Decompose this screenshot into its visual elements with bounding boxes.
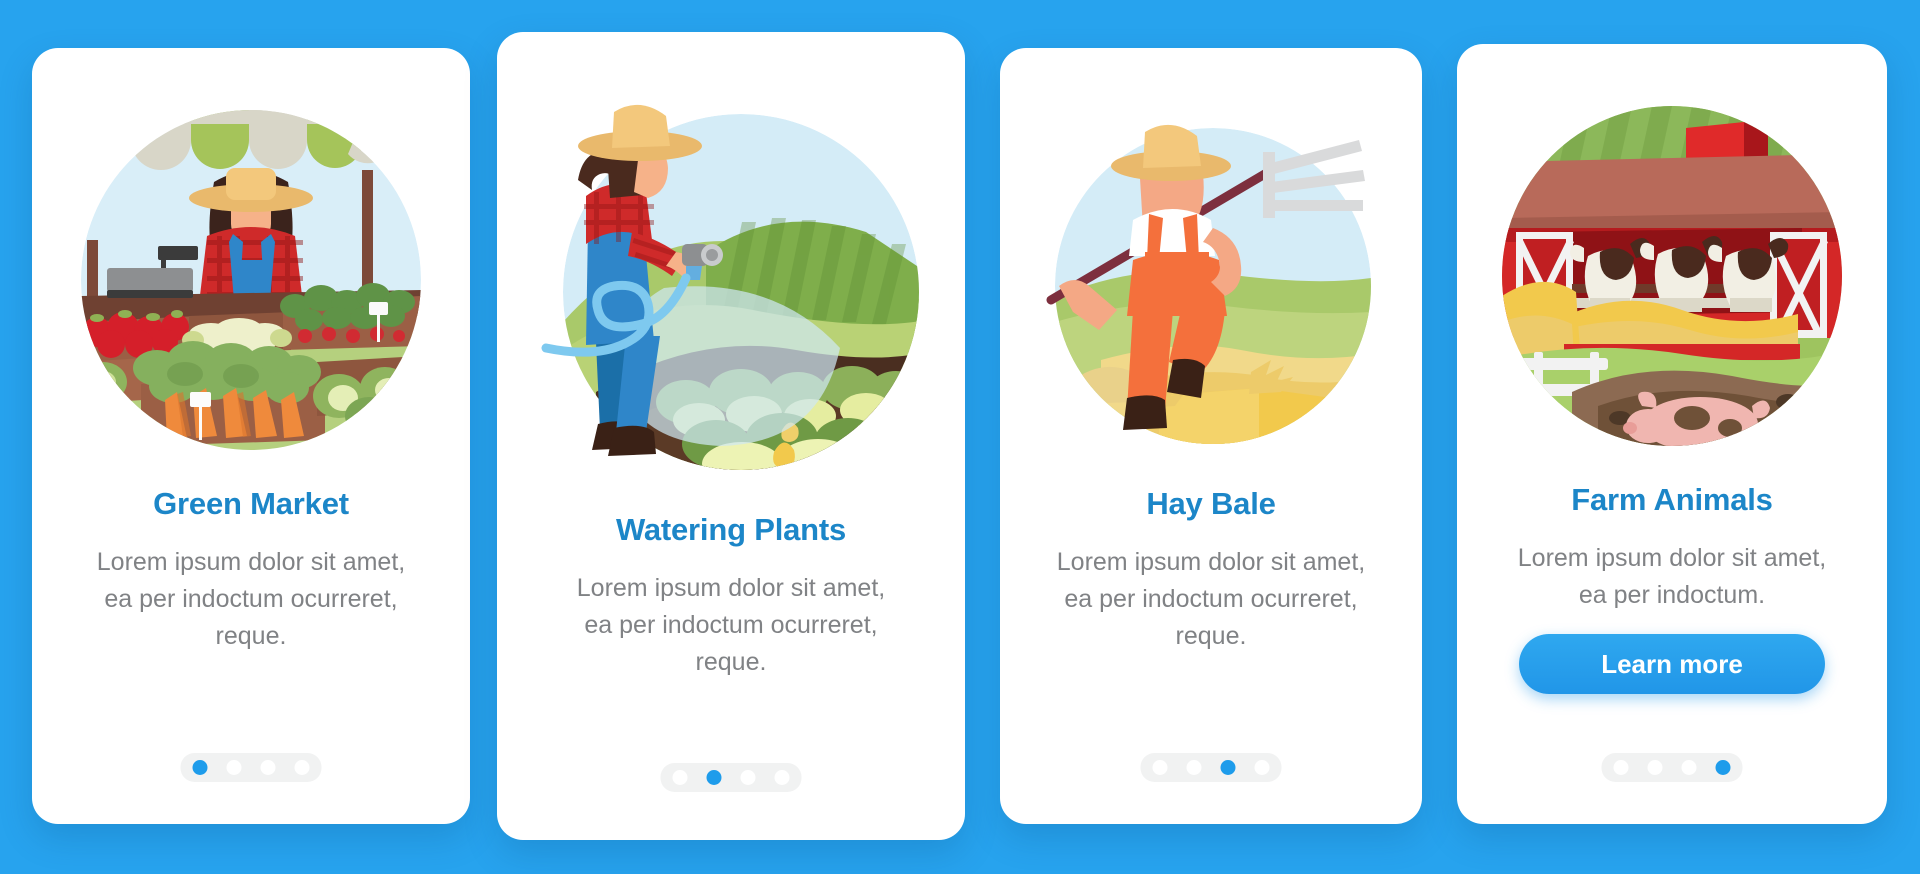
hay-bale-illustration	[1041, 110, 1381, 450]
pagination-dot-4[interactable]	[1715, 760, 1731, 775]
illustration-open-clip	[1041, 110, 1381, 450]
green-market-illustration	[81, 110, 421, 450]
pagination-dot-2[interactable]	[1647, 760, 1663, 775]
pagination-dots[interactable]	[1601, 753, 1743, 782]
card-description: Lorem ipsum dolor sit amet, ea per indoc…	[576, 574, 886, 676]
pagination-dots[interactable]	[1140, 753, 1282, 782]
hay-bale-artwork	[1046, 124, 1371, 444]
farm-animals-artwork	[1502, 106, 1842, 446]
watering-plants-artwork	[541, 104, 919, 470]
card-content: Hay Bale Lorem ipsum dolor sit amet, ea …	[1000, 48, 1422, 824]
pagination-dot-1[interactable]	[672, 770, 688, 785]
pagination-dot-2[interactable]	[1186, 760, 1202, 775]
card-description: Lorem ipsum dolor sit amet, ea per indoc…	[1517, 544, 1827, 609]
card-content: Farm Animals Lorem ipsum dolor sit amet,…	[1457, 44, 1887, 824]
card-content: Green Market Lorem ipsum dolor sit amet,…	[32, 48, 470, 824]
pagination-dot-4[interactable]	[774, 770, 790, 785]
pagination-dot-1[interactable]	[1613, 760, 1629, 775]
card-title: Farm Animals	[1571, 482, 1773, 517]
farm-animals-illustration	[1502, 106, 1842, 446]
pagination-dot-1[interactable]	[192, 760, 208, 775]
pagination-dot-3[interactable]	[1681, 760, 1697, 775]
illustration-circle-clip	[81, 110, 421, 450]
card-title: Hay Bale	[1146, 486, 1276, 521]
card-description: Lorem ipsum dolor sit amet, ea per indoc…	[96, 548, 406, 650]
pagination-dot-3[interactable]	[1220, 760, 1236, 775]
onboarding-card-green-market[interactable]: Green Market Lorem ipsum dolor sit amet,…	[32, 48, 470, 824]
illustration-open-clip	[536, 92, 926, 482]
pagination-dot-3[interactable]	[260, 760, 276, 775]
pagination-dot-2[interactable]	[706, 770, 722, 785]
card-description: Lorem ipsum dolor sit amet, ea per indoc…	[1056, 548, 1366, 650]
pagination-dots[interactable]	[180, 753, 322, 782]
pagination-dot-4[interactable]	[294, 760, 310, 775]
pagination-dot-2[interactable]	[226, 760, 242, 775]
onboarding-card-watering-plants[interactable]: Watering Plants Lorem ipsum dolor sit am…	[497, 32, 965, 840]
learn-more-button[interactable]: Learn more	[1519, 634, 1825, 694]
pagination-dot-4[interactable]	[1254, 760, 1270, 775]
green-market-artwork	[81, 110, 421, 450]
illustration-circle-clip	[1502, 106, 1842, 446]
pagination-dots[interactable]	[660, 763, 802, 792]
onboarding-screens-stage: Green Market Lorem ipsum dolor sit amet,…	[0, 0, 1920, 874]
watering-plants-illustration	[536, 92, 926, 482]
onboarding-card-farm-animals[interactable]: Farm Animals Lorem ipsum dolor sit amet,…	[1457, 44, 1887, 824]
pagination-dot-3[interactable]	[740, 770, 756, 785]
card-title: Green Market	[153, 486, 349, 521]
card-title: Watering Plants	[615, 512, 847, 547]
card-content: Watering Plants Lorem ipsum dolor sit am…	[497, 32, 965, 840]
onboarding-card-hay-bale[interactable]: Hay Bale Lorem ipsum dolor sit amet, ea …	[1000, 48, 1422, 824]
pagination-dot-1[interactable]	[1152, 760, 1168, 775]
